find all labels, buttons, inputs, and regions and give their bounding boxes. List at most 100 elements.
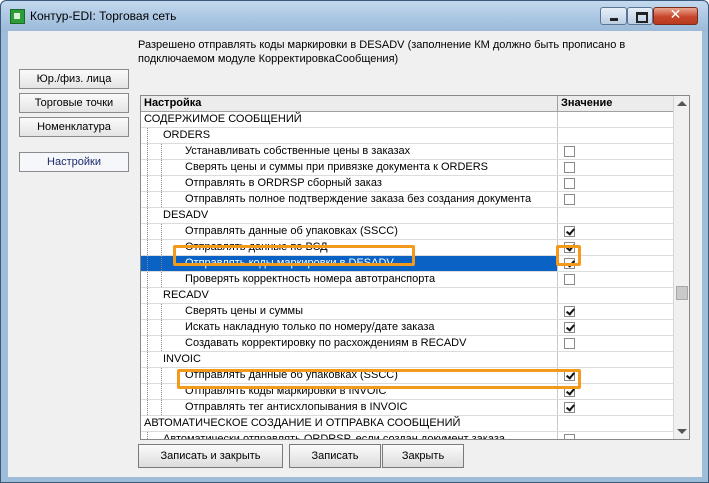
close-window-button[interactable]: ✕	[653, 7, 698, 25]
tree-line	[147, 352, 149, 367]
tree-line	[147, 192, 149, 207]
setting-name-cell[interactable]: Сверять цены и суммы при привязке докуме…	[141, 160, 558, 175]
tree-line	[147, 208, 149, 223]
tree-line	[161, 160, 163, 175]
setting-checkbox[interactable]	[564, 194, 575, 205]
highlight-invoic-row	[177, 369, 581, 389]
tree-line	[147, 176, 149, 191]
setting-name-cell[interactable]: АВТОМАТИЧЕСКОЕ СОЗДАНИЕ И ОТПРАВКА СООБЩ…	[141, 416, 558, 431]
table-row[interactable]: RECADV	[141, 288, 673, 304]
table-row[interactable]: Искать накладную только по номеру/дате з…	[141, 320, 673, 336]
save-and-close-button[interactable]: Записать и закрыть	[138, 444, 283, 468]
tree-line	[147, 128, 149, 143]
setting-name-cell[interactable]: Отправлять полное подтверждение заказа б…	[141, 192, 558, 207]
setting-value-cell	[558, 176, 673, 191]
column-header-setting[interactable]: Настройка	[144, 97, 201, 109]
table-row[interactable]: Отправлять тег антисхлопывания в INVOIC	[141, 400, 673, 416]
setting-checkbox[interactable]	[564, 306, 575, 317]
setting-label: Искать накладную только по номеру/дате з…	[185, 321, 435, 333]
setting-checkbox[interactable]	[564, 338, 575, 349]
table-row[interactable]: Автоматически отправлять ORDRSP, если со…	[141, 432, 673, 439]
setting-label: Устанавливать собственные цены в заказах	[185, 145, 411, 157]
minimize-icon	[610, 18, 618, 21]
setting-label: INVOIC	[163, 353, 201, 365]
nav-button-nomenclature[interactable]: Номенклатура	[19, 117, 129, 137]
setting-label: Сверять цены и суммы	[185, 305, 303, 317]
setting-checkbox[interactable]	[564, 434, 575, 439]
setting-label: Сверять цены и суммы при привязке докуме…	[185, 161, 488, 173]
setting-name-cell[interactable]: СОДЕРЖИМОЕ СООБЩЕНИЙ	[141, 112, 558, 127]
table-row[interactable]: Создавать корректировку по расхождениям …	[141, 336, 673, 352]
scroll-thumb[interactable]	[676, 286, 688, 300]
setting-label: Отправлять полное подтверждение заказа б…	[185, 193, 532, 205]
setting-name-cell[interactable]: Искать накладную только по номеру/дате з…	[141, 320, 558, 335]
column-separator[interactable]	[557, 96, 558, 111]
setting-checkbox[interactable]	[564, 226, 575, 237]
client-area: Разрешено отправлять коды маркировки в D…	[8, 31, 702, 477]
setting-name-cell[interactable]: RECADV	[141, 288, 558, 303]
title-bar[interactable]: Контур-EDI: Торговая сеть ✕	[1, 1, 708, 31]
tree-line	[161, 336, 163, 351]
tree-line	[147, 144, 149, 159]
table-row[interactable]: Проверять корректность номера автотрансп…	[141, 272, 673, 288]
tree-line	[161, 144, 163, 159]
setting-name-cell[interactable]: Устанавливать собственные цены в заказах	[141, 144, 558, 159]
setting-checkbox[interactable]	[564, 274, 575, 285]
setting-name-cell[interactable]: Автоматически отправлять ORDRSP, если со…	[141, 432, 558, 439]
setting-checkbox[interactable]	[564, 146, 575, 157]
setting-value-cell	[558, 224, 673, 239]
table-row[interactable]: Сверять цены и суммы	[141, 304, 673, 320]
nav-button-legal-entities[interactable]: Юр./физ. лица	[19, 69, 129, 89]
setting-name-cell[interactable]: Сверять цены и суммы	[141, 304, 558, 319]
table-row[interactable]: Отправлять в ORDRSP сборный заказ	[141, 176, 673, 192]
setting-label: Отправлять в ORDRSP сборный заказ	[185, 177, 382, 189]
setting-label: Отправлять данные об упаковках (SSCC)	[185, 225, 398, 237]
setting-value-cell	[558, 208, 673, 223]
tree-line	[161, 176, 163, 191]
setting-name-cell[interactable]: INVOIC	[141, 352, 558, 367]
setting-checkbox[interactable]	[564, 178, 575, 189]
setting-name-cell[interactable]: Создавать корректировку по расхождениям …	[141, 336, 558, 351]
nav-button-trade-points[interactable]: Торговые точки	[19, 93, 129, 113]
setting-label: DESADV	[163, 209, 209, 221]
table-row[interactable]: Отправлять данные об упаковках (SSCC)	[141, 224, 673, 240]
scroll-down-icon[interactable]	[677, 429, 687, 434]
setting-value-cell	[558, 192, 673, 207]
setting-checkbox[interactable]	[564, 402, 575, 413]
setting-name-cell[interactable]: ORDERS	[141, 128, 558, 143]
scroll-up-icon[interactable]	[677, 101, 687, 106]
highlight-desadv-checkbox	[556, 245, 581, 266]
nav-button-settings[interactable]: Настройки	[19, 152, 129, 172]
window-title: Контур-EDI: Торговая сеть	[30, 9, 177, 23]
tree-line	[147, 368, 149, 383]
table-row[interactable]: DESADV	[141, 208, 673, 224]
close-button[interactable]: Закрыть	[382, 444, 464, 468]
vertical-scrollbar[interactable]	[673, 96, 689, 439]
table-row[interactable]: ORDERS	[141, 128, 673, 144]
column-header-value[interactable]: Значение	[561, 97, 612, 109]
table-row[interactable]: Отправлять полное подтверждение заказа б…	[141, 192, 673, 208]
setting-value-cell	[558, 432, 673, 439]
table-row[interactable]: Сверять цены и суммы при привязке докуме…	[141, 160, 673, 176]
maximize-button[interactable]	[627, 7, 653, 25]
table-row[interactable]: АВТОМАТИЧЕСКОЕ СОЗДАНИЕ И ОТПРАВКА СООБЩ…	[141, 416, 673, 432]
table-row[interactable]: Устанавливать собственные цены в заказах	[141, 144, 673, 160]
tree-line	[147, 272, 149, 287]
setting-name-cell[interactable]: Отправлять в ORDRSP сборный заказ	[141, 176, 558, 191]
save-button[interactable]: Записать	[289, 444, 381, 468]
setting-label: Отправлять тег антисхлопывания в INVOIC	[185, 401, 408, 413]
tree-line	[147, 304, 149, 319]
table-row[interactable]: СОДЕРЖИМОЕ СООБЩЕНИЙ	[141, 112, 673, 128]
setting-checkbox[interactable]	[564, 162, 575, 173]
table-row[interactable]: INVOIC	[141, 352, 673, 368]
setting-name-cell[interactable]: DESADV	[141, 208, 558, 223]
maximize-icon	[636, 12, 648, 23]
setting-name-cell[interactable]: Проверять корректность номера автотрансп…	[141, 272, 558, 287]
setting-checkbox[interactable]	[564, 322, 575, 333]
tree-line	[161, 320, 163, 335]
setting-name-cell[interactable]: Отправлять данные об упаковках (SSCC)	[141, 224, 558, 239]
minimize-button[interactable]	[600, 7, 627, 25]
setting-value-cell	[558, 416, 673, 431]
tree-line	[147, 224, 149, 239]
setting-name-cell[interactable]: Отправлять тег антисхлопывания в INVOIC	[141, 400, 558, 415]
